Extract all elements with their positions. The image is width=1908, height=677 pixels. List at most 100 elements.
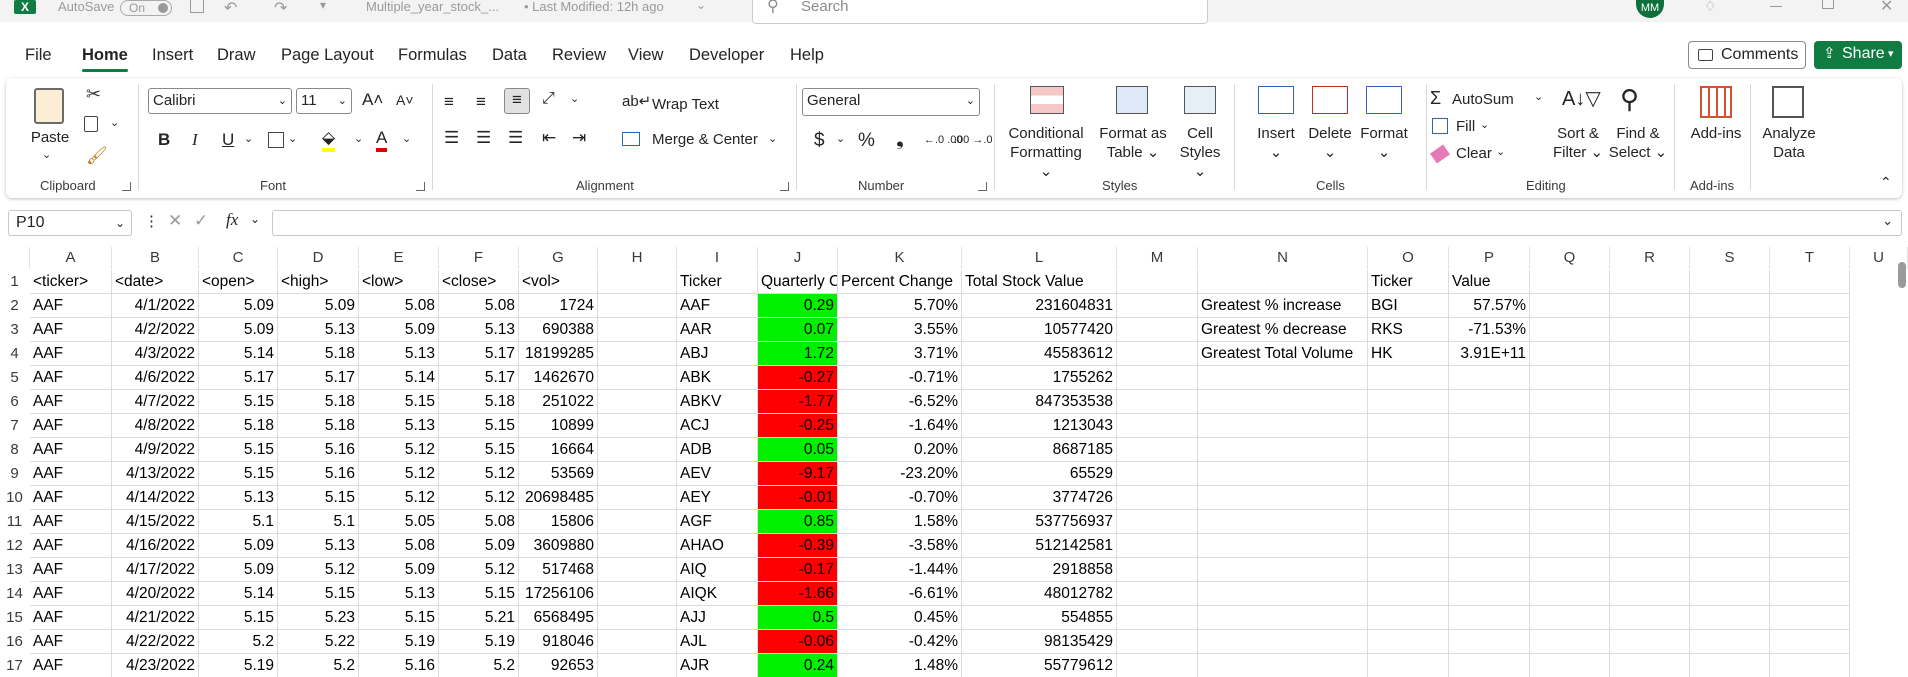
font-color-chevron-icon[interactable]: ⌄ [402,132,411,145]
cell-N13[interactable] [1198,558,1368,582]
cell-O14[interactable] [1368,582,1449,606]
cell-R14[interactable] [1610,582,1690,606]
italic-button[interactable]: I [192,130,198,150]
cell-K16[interactable]: -0.42% [838,630,962,654]
file-name[interactable]: Multiple_year_stock_... [366,0,499,14]
cell-H5[interactable] [598,366,677,390]
eraser-icon[interactable] [1430,144,1450,164]
cell-B13[interactable]: 4/17/2022 [112,558,199,582]
cell-S1[interactable] [1690,270,1770,294]
cell-J3[interactable]: 0.07 [758,318,838,342]
column-header-H[interactable]: H [598,247,677,269]
align-center-icon[interactable]: ☰ [476,128,491,148]
cell-I8[interactable]: ADB [677,438,758,462]
cell-B9[interactable]: 4/13/2022 [112,462,199,486]
cell-F12[interactable]: 5.09 [439,534,519,558]
vertical-scrollbar[interactable] [1898,262,1906,288]
cell-T1[interactable] [1770,270,1850,294]
cell-M12[interactable] [1117,534,1198,558]
cell-N4[interactable]: Greatest Total Volume [1198,342,1368,366]
column-header-O[interactable]: O [1368,247,1449,269]
cell-A4[interactable]: AAF [30,342,112,366]
currency-chevron-icon[interactable]: ⌄ [836,132,845,145]
cell-M14[interactable] [1117,582,1198,606]
cell-N7[interactable] [1198,414,1368,438]
cell-N6[interactable] [1198,390,1368,414]
cell-R13[interactable] [1610,558,1690,582]
cell-S9[interactable] [1690,462,1770,486]
cell-N12[interactable] [1198,534,1368,558]
autosum-icon[interactable]: Σ [1430,88,1441,109]
cell-D1[interactable]: <high> [278,270,359,294]
cell-E5[interactable]: 5.14 [359,366,439,390]
cell-I5[interactable]: ABK [677,366,758,390]
cell-G15[interactable]: 6568495 [519,606,598,630]
cell-L15[interactable]: 554855 [962,606,1117,630]
cell-E14[interactable]: 5.13 [359,582,439,606]
cell-I16[interactable]: AJL [677,630,758,654]
cell-Q3[interactable] [1530,318,1610,342]
fill-color-icon[interactable]: ⬙ [322,128,336,152]
cell-M11[interactable] [1117,510,1198,534]
find-select-icon[interactable]: ⚲ [1620,84,1639,115]
cell-I17[interactable]: AJR [677,654,758,677]
insert-cells-button[interactable]: Insert ⌄ [1252,124,1300,162]
cell-O9[interactable] [1368,462,1449,486]
cell-D10[interactable]: 5.15 [278,486,359,510]
cell-M10[interactable] [1117,486,1198,510]
cell-C2[interactable]: 5.09 [199,294,278,318]
cell-J8[interactable]: 0.05 [758,438,838,462]
cell-C5[interactable]: 5.17 [199,366,278,390]
cell-Q2[interactable] [1530,294,1610,318]
cell-I1[interactable]: Ticker [677,270,758,294]
column-header-B[interactable]: B [112,247,199,269]
cell-J10[interactable]: -0.01 [758,486,838,510]
cell-C7[interactable]: 5.18 [199,414,278,438]
cell-Q6[interactable] [1530,390,1610,414]
cell-R8[interactable] [1610,438,1690,462]
cell-N17[interactable] [1198,654,1368,677]
format-cells-icon[interactable] [1366,86,1402,114]
font-size-select[interactable]: 11 ⌄ [296,88,352,114]
tab-data[interactable]: Data [492,46,527,65]
cell-H14[interactable] [598,582,677,606]
cell-T17[interactable] [1770,654,1850,677]
minimize-icon[interactable] [1770,6,1782,7]
cell-L10[interactable]: 3774726 [962,486,1117,510]
cell-H1[interactable] [598,270,677,294]
cell-Q1[interactable] [1530,270,1610,294]
cell-F6[interactable]: 5.18 [439,390,519,414]
tab-formulas[interactable]: Formulas [398,46,467,65]
row-header[interactable]: 7 [0,414,29,438]
cell-A15[interactable]: AAF [30,606,112,630]
sort-filter-button[interactable]: Sort & Filter ⌄ [1546,124,1610,162]
cell-M5[interactable] [1117,366,1198,390]
row-header[interactable]: 12 [0,534,29,558]
cell-M17[interactable] [1117,654,1198,677]
cell-J6[interactable]: -1.77 [758,390,838,414]
cell-C17[interactable]: 5.19 [199,654,278,677]
cell-D2[interactable]: 5.09 [278,294,359,318]
cell-P10[interactable] [1449,486,1530,510]
cell-B12[interactable]: 4/16/2022 [112,534,199,558]
autosum-chevron-icon[interactable]: ⌄ [1534,90,1543,103]
column-header-A[interactable]: A [30,247,112,269]
cell-B1[interactable]: <date> [112,270,199,294]
cut-icon[interactable]: ✂ [86,84,101,105]
cell-G6[interactable]: 251022 [519,390,598,414]
collapse-ribbon-icon[interactable]: ⌃ [1880,174,1892,191]
cell-O12[interactable] [1368,534,1449,558]
cell-I6[interactable]: ABKV [677,390,758,414]
cell-E6[interactable]: 5.15 [359,390,439,414]
tab-insert[interactable]: Insert [152,46,193,65]
cell-S11[interactable] [1690,510,1770,534]
cell-H6[interactable] [598,390,677,414]
cell-S13[interactable] [1690,558,1770,582]
expand-formula-chevron-icon[interactable]: ⌄ [1882,213,1893,229]
cell-R16[interactable] [1610,630,1690,654]
cell-B3[interactable]: 4/2/2022 [112,318,199,342]
save-icon[interactable] [190,0,204,13]
cell-K12[interactable]: -3.58% [838,534,962,558]
cell-F17[interactable]: 5.2 [439,654,519,677]
column-header-C[interactable]: C [199,247,278,269]
